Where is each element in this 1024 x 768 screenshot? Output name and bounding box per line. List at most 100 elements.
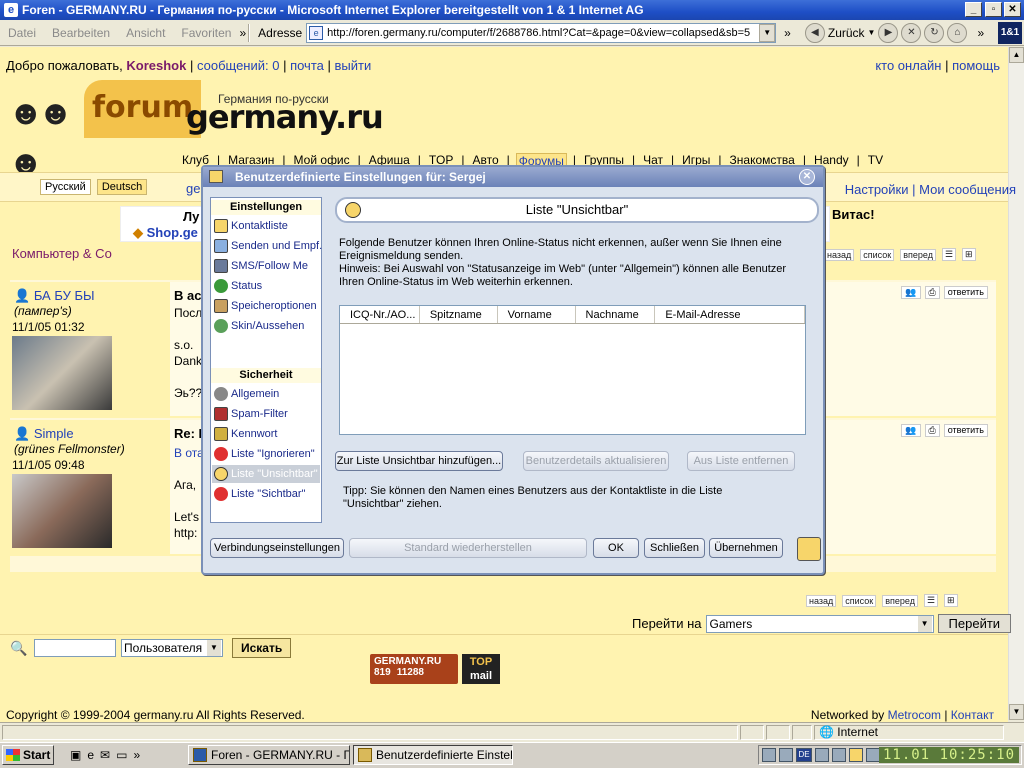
help-link[interactable]: помощь (952, 58, 1000, 73)
outlook-icon[interactable]: ✉ (100, 748, 110, 762)
close-dialog-button[interactable]: Schließen (644, 538, 705, 558)
sidebar-item-send-receive[interactable]: Senden und Empf. (214, 237, 322, 255)
reply-button[interactable]: ответить (943, 424, 988, 437)
print-icon[interactable]: ⎙ (924, 424, 940, 437)
search-input[interactable] (34, 639, 116, 657)
menu-view[interactable]: Ansicht (126, 26, 165, 40)
column-header[interactable]: Vorname (498, 306, 576, 323)
tree-icon[interactable]: ⊞ (944, 594, 958, 607)
menu-favorites[interactable]: Favoriten (181, 26, 231, 40)
sidebar-item-skin[interactable]: Skin/Aussehen (214, 317, 319, 335)
stop-icon[interactable]: ✕ (901, 22, 922, 43)
column-header[interactable]: E-Mail-Adresse (655, 306, 805, 323)
nav-list-button[interactable]: список (860, 248, 895, 261)
lang-german[interactable]: Deutsch (96, 179, 148, 195)
who-online-link[interactable]: кто онлайн (875, 58, 941, 73)
desktop-icon[interactable]: ▣ (70, 748, 81, 762)
germany-ru-counter-badge[interactable]: GERMANY.RU 819 11288 (370, 654, 458, 684)
metrocom-link[interactable]: Metrocom (888, 708, 941, 722)
post-author[interactable]: 👤 БА БУ БЫ (14, 288, 94, 304)
list-icon[interactable]: ☰ (941, 248, 957, 261)
close-button[interactable]: ✕ (1004, 2, 1021, 17)
mail-link[interactable]: почта (290, 58, 324, 73)
nav-item[interactable]: TV (866, 153, 885, 168)
menu-more[interactable]: » (239, 26, 246, 40)
restore-defaults-button[interactable]: Standard wiederherstellen (349, 538, 587, 558)
column-header[interactable]: ICQ-Nr./AO... (340, 306, 420, 323)
maximize-button[interactable]: ▫ (985, 2, 1002, 17)
minimize-button[interactable]: _ (965, 2, 982, 17)
sidebar-item-password[interactable]: Kennwort (214, 425, 319, 443)
chevron-down-icon[interactable]: ▼ (207, 640, 221, 656)
sub-link-fragment[interactable]: ge (186, 181, 200, 196)
start-button[interactable]: Start (2, 745, 54, 765)
more-chevron[interactable]: » (784, 26, 791, 40)
sidebar-item-spam-filter[interactable]: Spam-Filter (214, 405, 319, 423)
column-header[interactable]: Nachname (576, 306, 656, 323)
ie-quick-icon[interactable]: e (87, 748, 94, 762)
nav-forward-button[interactable]: вперед (900, 248, 936, 261)
my-messages-link[interactable]: Мои сообщения (919, 182, 1016, 197)
messages-link[interactable]: сообщений: 0 (197, 58, 280, 73)
users-icon[interactable]: 👥 (901, 424, 921, 437)
column-header[interactable]: Spitzname (420, 306, 498, 323)
menu-edit[interactable]: Bearbeiten (52, 26, 110, 40)
clock[interactable]: 11.01 10:25:10 (878, 747, 1019, 763)
sidebar-item-visible-list[interactable]: Liste "Sichtbar" (214, 485, 319, 503)
remove-from-list-button[interactable]: Aus Liste entfernen (687, 451, 795, 471)
address-field[interactable]: e http://foren.germany.ru/computer/f/268… (306, 22, 777, 43)
tray-icon[interactable] (866, 748, 880, 762)
dialog-close-icon[interactable]: ✕ (799, 169, 815, 185)
chevron-down-icon[interactable]: ▼ (759, 23, 776, 42)
task-ie-window[interactable]: Foren - GERMANY.RU - Г... (188, 745, 350, 765)
sidebar-item-status[interactable]: Status (214, 277, 319, 295)
logout-link[interactable]: выйти (334, 58, 371, 73)
post-author[interactable]: 👤 Simple (14, 426, 74, 442)
quick-more[interactable]: » (133, 748, 140, 762)
breadcrumb[interactable]: Компьютер & Co (12, 246, 112, 261)
settings-link[interactable]: Настройки (845, 182, 909, 197)
buddy-face-icon[interactable] (797, 537, 821, 561)
print-icon[interactable]: ⎙ (924, 286, 940, 299)
tray-icon[interactable] (832, 748, 846, 762)
invisible-users-table[interactable]: ICQ-Nr./AO... Spitzname Vorname Nachname… (339, 305, 806, 435)
reply-button[interactable]: ответить (943, 286, 988, 299)
dialog-title-bar[interactable]: Benutzerdefinierte Einstellungen für: Se… (203, 167, 823, 187)
users-icon[interactable]: 👥 (901, 286, 921, 299)
site-logo[interactable]: ☻☻☻ forum (8, 80, 202, 182)
monitor-icon[interactable]: ▭ (116, 748, 127, 762)
post-subject[interactable]: В ас (174, 288, 201, 303)
scroll-down-icon[interactable]: ▼ (1009, 704, 1024, 720)
add-to-invisible-button[interactable]: Zur Liste Unsichtbar hinzufügen... (335, 451, 503, 471)
scroll-up-icon[interactable]: ▲ (1009, 47, 1024, 63)
list-icon[interactable]: ☰ (923, 594, 939, 607)
back-label[interactable]: Zurück (828, 26, 865, 40)
connection-settings-button[interactable]: Verbindungseinstellungen (210, 538, 344, 558)
post-subject[interactable]: Re: I (174, 426, 202, 441)
banner-link[interactable]: ◆ Shop.ge (133, 225, 198, 241)
home-icon[interactable]: ⌂ (947, 22, 968, 43)
nav-forward-button[interactable]: вперед (882, 594, 918, 607)
ok-button[interactable]: OK (593, 538, 639, 558)
goto-select[interactable]: Gamers (705, 614, 934, 633)
nav-back-button[interactable]: назад (824, 248, 855, 261)
nav-list-button[interactable]: список (842, 594, 877, 607)
lang-russian[interactable]: Русский (40, 179, 91, 195)
search-button[interactable]: Искать (232, 638, 292, 658)
apply-button[interactable]: Übernehmen (709, 538, 783, 558)
refresh-icon[interactable]: ↻ (924, 22, 945, 43)
back-dropdown-icon[interactable]: ▼ (868, 28, 876, 37)
sidebar-item-storage[interactable]: Speicheroptionen (214, 297, 319, 315)
contact-link[interactable]: Контакт (951, 708, 994, 722)
sidebar-item-contact-list[interactable]: Kontaktliste (214, 217, 319, 235)
nav-back-button[interactable]: назад (806, 594, 837, 607)
tray-icon[interactable] (815, 748, 829, 762)
forward-arrow-icon[interactable]: ▶ (878, 22, 899, 43)
language-indicator[interactable]: DE (796, 748, 812, 762)
task-settings-window[interactable]: Benutzerdefinierte Einstel... (353, 745, 513, 765)
menu-file[interactable]: Datei (8, 26, 36, 40)
username-link[interactable]: Koreshok (126, 58, 186, 73)
sidebar-item-invisible-list[interactable]: Liste "Unsichtbar" (212, 465, 320, 483)
icq-flower-icon[interactable] (849, 748, 863, 762)
sidebar-item-general[interactable]: Allgemein (214, 385, 319, 403)
